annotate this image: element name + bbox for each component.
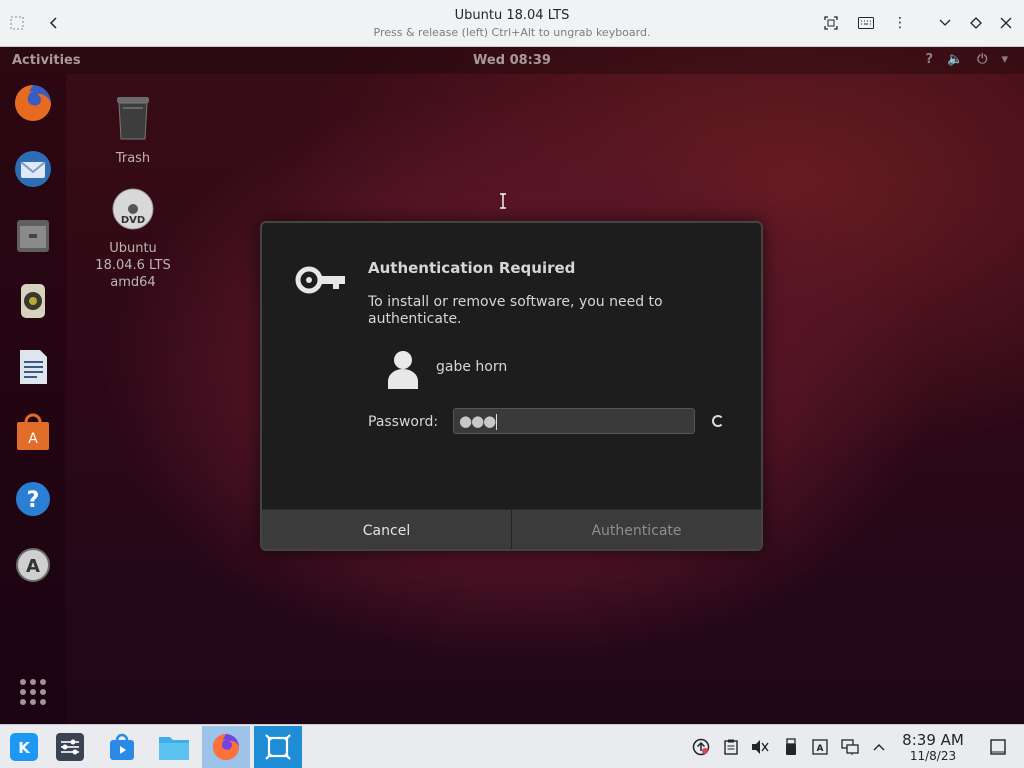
gnome-top-bar: Activities Wed 08:39 ? 🔈 ⏻ ▾ xyxy=(0,47,1024,74)
user-avatar-icon xyxy=(386,349,420,393)
desktop-icon-label-line2: 18.04.6 LTS xyxy=(95,258,171,273)
close-icon[interactable] xyxy=(995,12,1017,34)
system-status-area[interactable]: ? 🔈 ⏻ ▾ xyxy=(925,52,1008,67)
host-window-titlebar: Ubuntu 18.04 LTS Press & release (left) … xyxy=(0,0,1024,47)
user-name: gabe horn xyxy=(436,359,508,375)
update-icon[interactable] xyxy=(692,738,710,756)
top-bar-clock[interactable]: Wed 08:39 xyxy=(0,53,1024,68)
password-field[interactable]: ●●● xyxy=(453,408,695,434)
firefox-icon[interactable] xyxy=(202,726,250,768)
system-settings-icon[interactable] xyxy=(46,726,94,768)
host-taskbar: K A 8:39 AM 11/8/23 xyxy=(0,724,1024,768)
chevron-down-icon[interactable]: ▾ xyxy=(1001,52,1008,67)
firefox-icon[interactable] xyxy=(10,80,56,126)
usb-icon[interactable] xyxy=(782,738,800,756)
show-desktop-icon[interactable] xyxy=(989,738,1007,756)
kde-launcher-icon[interactable]: K xyxy=(0,726,48,768)
files-icon[interactable] xyxy=(10,212,56,258)
desktop-icon-label-line3: amd64 xyxy=(110,275,156,290)
svg-text:A: A xyxy=(817,744,824,754)
desktop-icon-trash[interactable]: Trash xyxy=(88,93,178,167)
password-label: Password: xyxy=(368,414,439,430)
guest-screen[interactable]: Activities Wed 08:39 ? 🔈 ⏻ ▾ A ? A Trash… xyxy=(0,47,1024,724)
libreoffice-writer-icon[interactable] xyxy=(10,344,56,390)
authentication-dialog: Authentication Required To install or re… xyxy=(260,221,763,551)
trash-icon xyxy=(88,93,178,146)
cancel-button[interactable]: Cancel xyxy=(262,510,512,549)
svg-text:?: ? xyxy=(27,488,40,513)
panel-clock-time[interactable]: 8:39 AM xyxy=(890,733,976,748)
svg-text:A: A xyxy=(26,556,40,577)
dialog-button-row: Cancel Authenticate xyxy=(262,509,761,549)
dialog-title: Authentication Required xyxy=(368,259,576,277)
password-dots: ●●● xyxy=(459,412,496,430)
more-options-icon[interactable]: ⋮ xyxy=(889,12,911,34)
dolphin-icon[interactable] xyxy=(150,726,198,768)
rhythmbox-icon[interactable] xyxy=(10,278,56,324)
volume-icon[interactable]: 🔈 xyxy=(947,52,963,67)
desktop-icon-label-line1: Ubuntu xyxy=(109,241,157,256)
discover-icon[interactable] xyxy=(98,726,146,768)
text-cursor-icon xyxy=(499,193,507,209)
ubuntu-software-icon[interactable]: A xyxy=(10,410,56,456)
tray-expand-icon[interactable] xyxy=(870,738,888,756)
text-caret xyxy=(496,413,498,430)
desktop-icon-label: Trash xyxy=(115,151,151,166)
maximize-icon[interactable] xyxy=(965,12,987,34)
svg-text:K: K xyxy=(18,739,31,757)
thunderbird-icon[interactable] xyxy=(10,146,56,192)
volume-muted-icon[interactable] xyxy=(751,738,769,756)
keyboard-icon[interactable] xyxy=(855,12,877,34)
vm-viewer-icon[interactable] xyxy=(254,726,302,768)
help-icon[interactable]: ? xyxy=(925,52,933,67)
dock: A ? A xyxy=(0,74,66,724)
network-icon[interactable] xyxy=(841,738,859,756)
software-updater-icon[interactable]: A xyxy=(10,542,56,588)
minimize-icon[interactable] xyxy=(934,12,956,34)
svg-text:DVD: DVD xyxy=(121,215,145,226)
svg-text:A: A xyxy=(28,431,38,447)
keyboard-layout-icon[interactable]: A xyxy=(811,738,829,756)
key-icon xyxy=(295,265,347,299)
dvd-icon: DVD xyxy=(88,187,178,236)
grid-icon[interactable] xyxy=(10,669,56,715)
help-icon[interactable]: ? xyxy=(10,476,56,522)
spinner-icon xyxy=(712,415,724,427)
fullscreen-icon[interactable] xyxy=(820,12,842,34)
authenticate-button[interactable]: Authenticate xyxy=(512,510,761,549)
clipboard-icon[interactable] xyxy=(722,738,740,756)
dialog-message: To install or remove software, you need … xyxy=(368,294,663,327)
power-icon[interactable]: ⏻ xyxy=(977,52,987,67)
panel-clock-date[interactable]: 11/8/23 xyxy=(890,749,976,763)
desktop-icon-dvd[interactable]: DVD Ubuntu 18.04.6 LTS amd64 xyxy=(88,187,178,291)
